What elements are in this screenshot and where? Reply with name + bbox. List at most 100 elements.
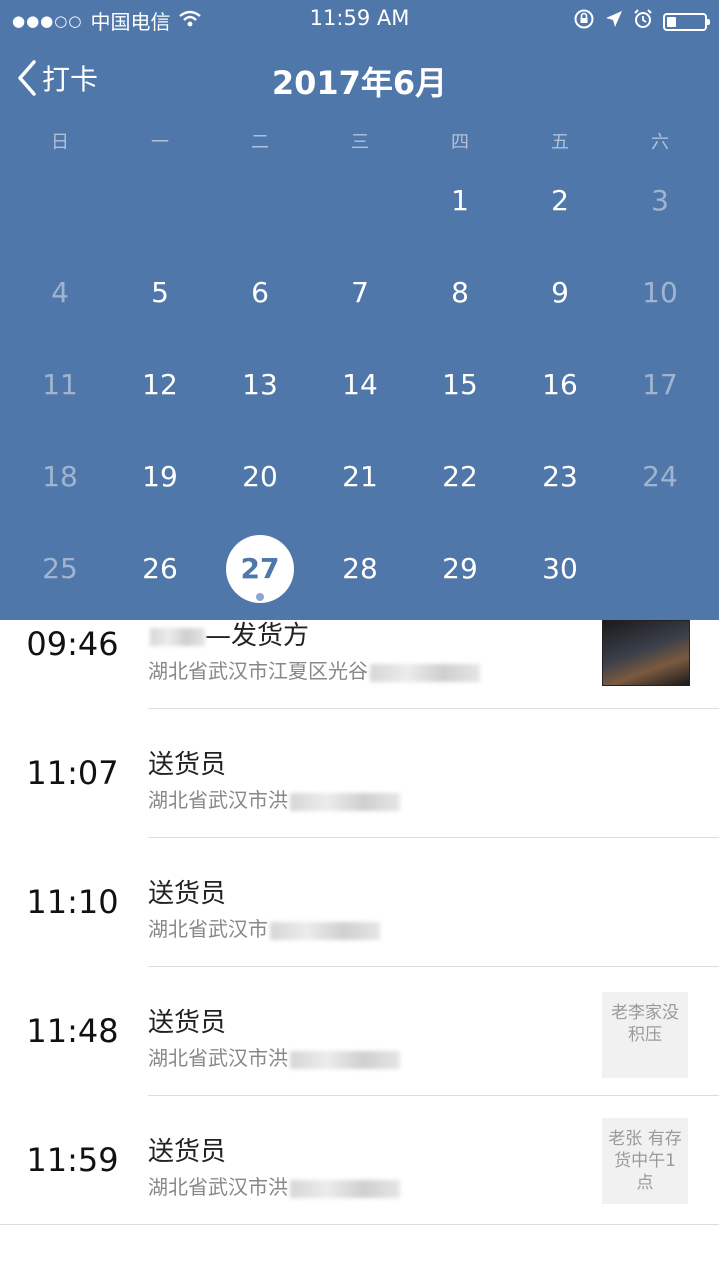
calendar-day-13[interactable]: 13 bbox=[210, 339, 310, 431]
calendar-day-1[interactable]: 1 bbox=[410, 155, 510, 247]
calendar-day-26[interactable]: 26 bbox=[110, 523, 210, 615]
calendar-day-6[interactable]: 6 bbox=[210, 247, 310, 339]
rotation-lock-icon bbox=[573, 8, 595, 35]
day-number: 6 bbox=[251, 276, 269, 309]
calendar-week-row: 11 12 13 14 15 16 17 bbox=[10, 339, 710, 431]
day-number: 21 bbox=[342, 460, 378, 493]
record-name-text: 送货员 bbox=[148, 1137, 227, 1167]
weekday-label: 日 bbox=[51, 132, 69, 153]
record-item[interactable]: 11:48 送货员湖北省武汉市洪 老李家没积压 bbox=[0, 967, 719, 1096]
day-number: 17 bbox=[642, 368, 678, 401]
record-time: 09:46 bbox=[26, 625, 119, 663]
day-number: 4 bbox=[51, 276, 69, 309]
day-number: 28 bbox=[342, 552, 378, 585]
day-number: 10 bbox=[642, 276, 678, 309]
day-number: 8 bbox=[451, 276, 469, 309]
calendar-day-3[interactable]: 3 bbox=[610, 155, 710, 247]
record-name: 送货员 bbox=[148, 873, 226, 910]
nav-bar: 打卡 2017年6月 bbox=[0, 50, 719, 110]
calendar-day-23[interactable]: 23 bbox=[510, 431, 610, 523]
record-note[interactable]: 老张 有存货中午1点 bbox=[602, 1118, 688, 1204]
battery-icon bbox=[663, 12, 710, 31]
redacted-text bbox=[150, 627, 205, 646]
calendar-day-16[interactable]: 16 bbox=[510, 339, 610, 431]
record-time: 11:59 bbox=[26, 1141, 119, 1179]
record-item[interactable]: 11:07 送货员湖北省武汉市洪 bbox=[0, 709, 719, 838]
record-time: 11:10 bbox=[26, 883, 119, 921]
record-time: 11:07 bbox=[26, 754, 119, 792]
calendar-week-row: 18 19 20 21 22 23 24 bbox=[10, 431, 710, 523]
calendar-day-8[interactable]: 8 bbox=[410, 247, 510, 339]
day-number: 25 bbox=[42, 552, 78, 585]
record-address-text: 湖北省武汉市洪 bbox=[148, 1046, 288, 1070]
calendar-empty-cell bbox=[110, 155, 210, 247]
calendar-empty-cell bbox=[10, 155, 110, 247]
calendar-day-9[interactable]: 9 bbox=[510, 247, 610, 339]
calendar-day-18[interactable]: 18 bbox=[10, 431, 110, 523]
day-number: 7 bbox=[351, 276, 369, 309]
calendar-empty-cell bbox=[210, 155, 310, 247]
calendar-day-25[interactable]: 25 bbox=[10, 523, 110, 615]
calendar-day-19[interactable]: 19 bbox=[110, 431, 210, 523]
calendar-day-21[interactable]: 21 bbox=[310, 431, 410, 523]
calendar-day-12[interactable]: 12 bbox=[110, 339, 210, 431]
calendar-day-7[interactable]: 7 bbox=[310, 247, 410, 339]
calendar-day-15[interactable]: 15 bbox=[410, 339, 510, 431]
status-bar: ●●●○○ 中国电信 11:59 AM bbox=[0, 0, 719, 40]
calendar-day-11[interactable]: 11 bbox=[10, 339, 110, 431]
day-number: 12 bbox=[142, 368, 178, 401]
day-number: 11 bbox=[42, 368, 78, 401]
day-number: 26 bbox=[142, 552, 178, 585]
weekday-row: 日 一 二 三 四 五 六 bbox=[0, 128, 719, 158]
day-number: 2 bbox=[551, 184, 569, 217]
calendar-day-14[interactable]: 14 bbox=[310, 339, 410, 431]
weekday-label: 一 bbox=[151, 132, 169, 153]
calendar-day-28[interactable]: 28 bbox=[310, 523, 410, 615]
record-name: 送货员 bbox=[148, 1002, 226, 1039]
calendar-day-17[interactable]: 17 bbox=[610, 339, 710, 431]
day-number: 15 bbox=[442, 368, 478, 401]
calendar-day-5[interactable]: 5 bbox=[110, 247, 210, 339]
day-number: 30 bbox=[542, 552, 578, 585]
status-right bbox=[573, 8, 710, 35]
day-number: 16 bbox=[542, 368, 578, 401]
record-photo-thumbnail[interactable] bbox=[602, 620, 690, 686]
record-name-text: 送货员 bbox=[148, 750, 227, 780]
record-name-text: —发货方 bbox=[205, 621, 310, 651]
record-item[interactable]: 11:59 送货员 湖北省武汉市洪 老张 有存货中午1点 bbox=[0, 1096, 719, 1225]
calendar-week-row: 25 26 27 28 29 30 bbox=[10, 523, 710, 615]
calendar-day-22[interactable]: 22 bbox=[410, 431, 510, 523]
day-number: 14 bbox=[342, 368, 378, 401]
record-time: 11:48 bbox=[26, 1012, 119, 1050]
calendar-day-30[interactable]: 30 bbox=[510, 523, 610, 615]
alarm-icon bbox=[633, 9, 653, 34]
day-number: 22 bbox=[442, 460, 478, 493]
record-name: 送货员 bbox=[148, 1131, 226, 1168]
calendar-empty-cell bbox=[310, 155, 410, 247]
record-list: 09:46 —发货方 湖北省武汉市江夏区光谷 11:07 送货员 湖北省武汉市洪 11:10… bbox=[0, 580, 719, 1225]
day-number: 13 bbox=[242, 368, 278, 401]
calendar-day-10[interactable]: 10 bbox=[610, 247, 710, 339]
record-item[interactable]: 11:10 送货员湖北省武汉市 bbox=[0, 838, 719, 967]
calendar-day-29[interactable]: 29 bbox=[410, 523, 510, 615]
calendar-day-selected[interactable]: 27 bbox=[210, 523, 310, 615]
day-number: 3 bbox=[651, 184, 669, 217]
calendar-day-2[interactable]: 2 bbox=[510, 155, 610, 247]
record-note[interactable]: 老李家没积压 bbox=[602, 992, 688, 1078]
calendar-day-24[interactable]: 24 bbox=[610, 431, 710, 523]
page-title: 2017年6月 bbox=[271, 64, 448, 102]
day-number: 5 bbox=[151, 276, 169, 309]
redacted-text bbox=[290, 1050, 400, 1069]
calendar-day-4[interactable]: 4 bbox=[10, 247, 110, 339]
redacted-text bbox=[290, 1179, 400, 1198]
day-number: 20 bbox=[242, 460, 278, 493]
calendar-week-row: 4 5 6 7 8 9 10 bbox=[10, 247, 710, 339]
calendar-day-20[interactable]: 20 bbox=[210, 431, 310, 523]
calendar-header: ●●●○○ 中国电信 11:59 AM 打卡 2017年6月 日 一 二 三 四… bbox=[0, 0, 719, 620]
record-address-text: 湖北省武汉市 bbox=[148, 917, 268, 941]
record-address: 湖北省武汉市 bbox=[148, 913, 380, 942]
calendar-week-row: 1 2 3 bbox=[10, 155, 710, 247]
record-address-text: 湖北省武汉市洪 bbox=[148, 788, 288, 812]
day-number: 1 bbox=[451, 184, 469, 217]
redacted-text bbox=[370, 663, 480, 682]
